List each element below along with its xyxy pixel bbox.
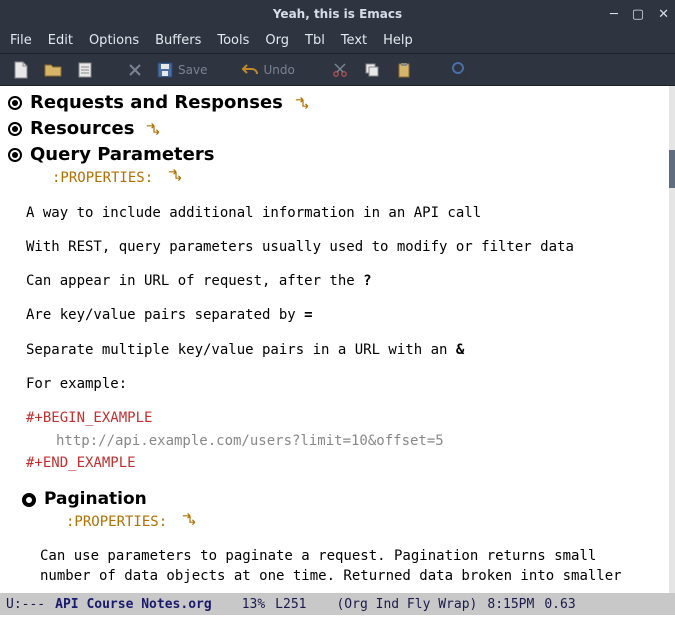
- clipboard-icon: [396, 62, 412, 78]
- menu-file[interactable]: File: [10, 33, 32, 48]
- modeline-percent: 13%: [242, 597, 265, 612]
- menu-tools[interactable]: Tools: [217, 33, 249, 48]
- undo-button[interactable]: Undo: [241, 62, 294, 78]
- minimize-button[interactable]: ─: [610, 7, 618, 22]
- menu-help[interactable]: Help: [383, 33, 413, 48]
- heading-text: Query Parameters: [30, 142, 214, 168]
- modeline[interactable]: U:--- API Course Notes.org 13% L251 (Org…: [0, 593, 675, 615]
- bold-char: &: [456, 342, 464, 358]
- bold-char: =: [304, 307, 312, 323]
- close-icon: [127, 62, 143, 78]
- search-button[interactable]: [449, 59, 471, 81]
- bold-char: ?: [363, 273, 371, 289]
- body-text: Can use parameters to paginate a request…: [40, 546, 667, 566]
- heading-requests-responses[interactable]: Requests and Responses: [8, 90, 667, 116]
- modeline-modes: (Org Ind Fly Wrap): [336, 597, 477, 612]
- open-dir-button[interactable]: [74, 59, 96, 81]
- toolbar[interactable]: Save Undo: [0, 54, 675, 86]
- save-label: Save: [178, 63, 207, 77]
- titlebar: Yeah, this is Emacs ─ ▢ ✕: [0, 0, 675, 28]
- bullet-icon: [22, 493, 36, 507]
- undo-label: Undo: [263, 63, 294, 77]
- close-button[interactable]: ✕: [658, 7, 669, 22]
- heading-text: Resources: [30, 116, 134, 142]
- text-fragment: Separate multiple key/value pairs in a U…: [26, 342, 456, 358]
- bullet-icon: [8, 96, 22, 110]
- menubar[interactable]: File Edit Options Buffers Tools Org Tbl …: [0, 28, 675, 54]
- text-fragment: Can appear in URL of request, after the: [26, 273, 363, 289]
- properties-drawer[interactable]: :PROPERTIES:: [52, 168, 667, 188]
- new-file-icon: [12, 61, 30, 79]
- body-text: A way to include additional information …: [26, 203, 667, 223]
- body-text: number of data objects at one time. Retu…: [40, 566, 667, 586]
- example-body: http://api.example.com/users?limit=10&of…: [56, 431, 667, 451]
- body-text: For example:: [26, 374, 667, 394]
- kill-buffer-button[interactable]: [124, 59, 146, 81]
- open-file-button[interactable]: [42, 59, 64, 81]
- modeline-load: 0.63: [544, 597, 575, 612]
- save-icon: [156, 61, 174, 79]
- maximize-button[interactable]: ▢: [632, 7, 644, 22]
- modeline-time: 8:15PM: [487, 597, 534, 612]
- text-fragment: Are key/value pairs separated by: [26, 307, 304, 323]
- copy-button[interactable]: [361, 59, 383, 81]
- minibuffer[interactable]: [0, 615, 675, 633]
- save-button[interactable]: Save: [156, 61, 207, 79]
- menu-tbl[interactable]: Tbl: [305, 33, 325, 48]
- heading-pagination[interactable]: Pagination: [22, 487, 667, 512]
- copy-icon: [364, 62, 380, 78]
- fold-indicator-icon[interactable]: [146, 122, 162, 136]
- heading-resources[interactable]: Resources: [8, 116, 667, 142]
- menu-text[interactable]: Text: [341, 33, 367, 48]
- bullet-icon: [8, 148, 22, 162]
- drawer-keyword: :PROPERTIES:: [66, 514, 167, 530]
- fold-indicator-icon[interactable]: [182, 512, 198, 526]
- cut-button[interactable]: [329, 59, 351, 81]
- body-text: Are key/value pairs separated by =: [26, 305, 667, 325]
- buffer-area[interactable]: Requests and Responses Resources Query P…: [0, 86, 675, 593]
- scissors-icon: [332, 62, 348, 78]
- drawer-keyword: :PROPERTIES:: [52, 170, 153, 186]
- heading-text: Pagination: [44, 487, 147, 512]
- body-text: Can appear in URL of request, after the …: [26, 271, 667, 291]
- file-icon: [76, 61, 94, 79]
- begin-example-keyword: #+BEGIN_EXAMPLE: [26, 408, 667, 428]
- menu-edit[interactable]: Edit: [48, 33, 73, 48]
- properties-drawer[interactable]: :PROPERTIES:: [66, 512, 667, 532]
- search-icon: [451, 61, 469, 79]
- undo-icon: [241, 62, 259, 78]
- paste-button[interactable]: [393, 59, 415, 81]
- menu-options[interactable]: Options: [89, 33, 139, 48]
- window-title: Yeah, this is Emacs: [273, 7, 402, 21]
- end-example-keyword: #+END_EXAMPLE: [26, 453, 667, 473]
- fold-indicator-icon[interactable]: [168, 168, 184, 182]
- modeline-filename: API Course Notes.org: [55, 597, 212, 612]
- body-text: With REST, query parameters usually used…: [26, 237, 667, 257]
- heading-text: Requests and Responses: [30, 90, 283, 116]
- modeline-flags: U:---: [6, 597, 45, 612]
- menu-org[interactable]: Org: [265, 33, 289, 48]
- body-text: Separate multiple key/value pairs in a U…: [26, 340, 667, 360]
- heading-query-parameters[interactable]: Query Parameters: [8, 142, 667, 168]
- fold-indicator-icon[interactable]: [295, 96, 311, 110]
- window-buttons: ─ ▢ ✕: [610, 0, 669, 28]
- scrollbar-thumb[interactable]: [669, 150, 675, 188]
- modeline-line: L251: [275, 597, 306, 612]
- bullet-icon: [8, 122, 22, 136]
- new-file-button[interactable]: [10, 59, 32, 81]
- open-folder-icon: [44, 61, 62, 79]
- menu-buffers[interactable]: Buffers: [155, 33, 201, 48]
